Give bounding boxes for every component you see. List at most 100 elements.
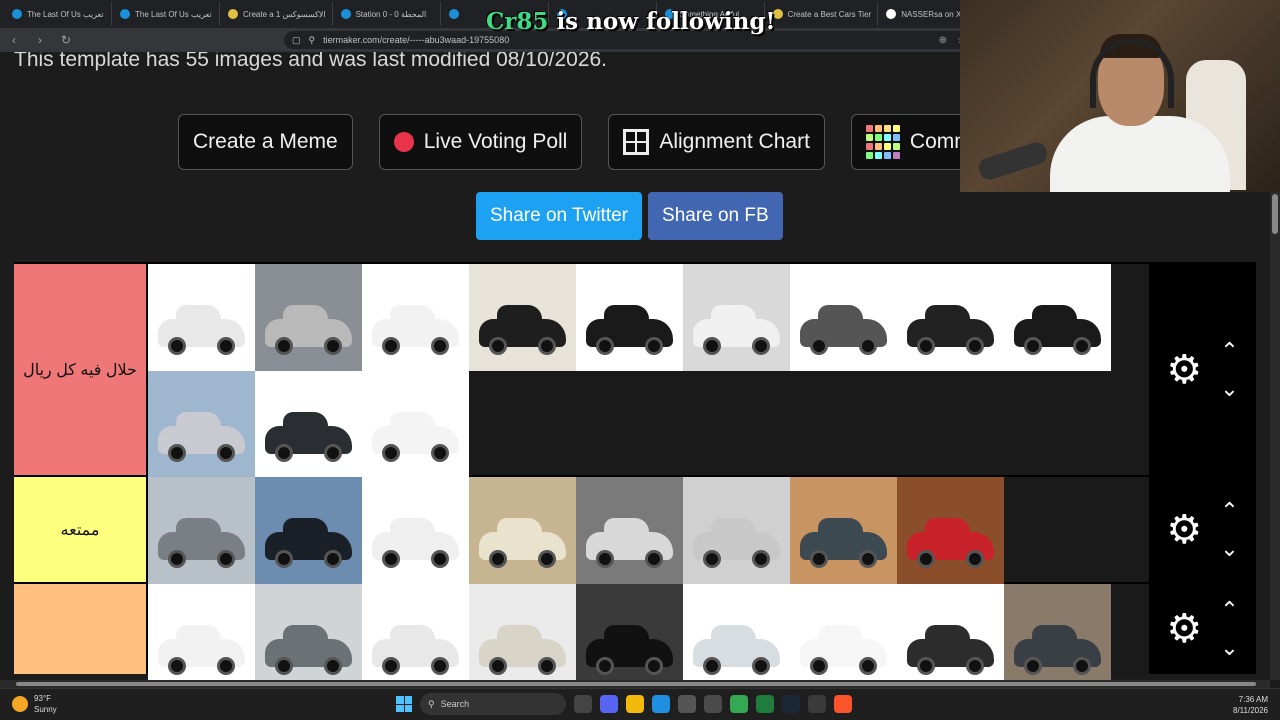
car-image[interactable]	[1004, 264, 1111, 371]
car-image[interactable]	[469, 584, 576, 680]
move-arrows: ⌃ ⌄	[1220, 599, 1238, 659]
live-voting-poll-button[interactable]: Live Voting Poll	[378, 114, 583, 170]
car-image[interactable]	[683, 584, 790, 680]
gear-icon[interactable]: ⚙	[1166, 510, 1202, 550]
car-image[interactable]	[683, 477, 790, 584]
taskbar-app-icon[interactable]	[652, 695, 670, 713]
car-wheel	[275, 657, 293, 675]
car-wheel	[859, 337, 877, 355]
car-wheel	[596, 657, 614, 675]
back-icon[interactable]: ‹	[6, 32, 22, 48]
taskbar-search-label: Search	[440, 699, 470, 709]
gear-icon[interactable]: ⚙	[1166, 609, 1202, 649]
car-wheel	[382, 550, 400, 568]
browser-tab[interactable]: Station 0 - 0 المحطة	[335, 2, 441, 26]
car-wheel	[382, 444, 400, 462]
chevron-down-icon[interactable]: ⌄	[1220, 637, 1238, 659]
taskbar-app-icon[interactable]	[600, 695, 618, 713]
site-info-icon[interactable]: ⚲	[309, 35, 316, 46]
windows-start-icon[interactable]	[396, 696, 412, 712]
chevron-up-icon[interactable]: ⌃	[1220, 339, 1238, 362]
browser-tab[interactable]: The Last Of Us تعريب	[6, 2, 112, 26]
tab-label: The Last Of Us تعريب	[27, 9, 104, 19]
forward-icon[interactable]: ›	[32, 32, 48, 48]
tier-items	[148, 264, 1149, 478]
taskbar-app-icon[interactable]	[834, 695, 852, 713]
taskbar-app-icon[interactable]	[678, 695, 696, 713]
car-image[interactable]	[1004, 584, 1111, 680]
car-image[interactable]	[255, 477, 362, 584]
weather-widget[interactable]: 93°F Sunny	[12, 693, 57, 715]
car-image[interactable]	[362, 477, 469, 584]
taskbar-app-icon[interactable]	[626, 695, 644, 713]
car-image[interactable]	[683, 264, 790, 371]
car-image[interactable]	[469, 264, 576, 371]
tab-favicon-icon	[228, 9, 238, 19]
car-wheel	[596, 337, 614, 355]
car-wheel	[752, 550, 770, 568]
reload-icon[interactable]: ↻	[58, 32, 74, 48]
car-image[interactable]	[255, 264, 362, 371]
tier-list: حلال فيه كل ريال ⚙ ⌃ ⌄ ممتعه ⚙ ⌃ ⌄ ⚙ ⌃ ⌄	[14, 262, 1256, 680]
taskbar-search[interactable]: ⚲ Search	[420, 693, 566, 715]
car-image[interactable]	[790, 477, 897, 584]
create-meme-button[interactable]: Create a Meme	[178, 114, 353, 170]
taskbar-app-icon[interactable]	[704, 695, 722, 713]
follower-name: Cr85	[486, 8, 549, 35]
car-image[interactable]	[469, 477, 576, 584]
car-image[interactable]	[790, 264, 897, 371]
car-image[interactable]	[362, 371, 469, 478]
car-wheel	[703, 337, 721, 355]
hscroll-thumb[interactable]	[16, 682, 1256, 686]
car-image[interactable]	[897, 584, 1004, 680]
taskbar-app-icon[interactable]	[730, 695, 748, 713]
taskbar-app-icon[interactable]	[756, 695, 774, 713]
car-image[interactable]	[576, 264, 683, 371]
gear-icon[interactable]: ⚙	[1166, 350, 1202, 390]
chevron-down-icon[interactable]: ⌄	[1220, 377, 1238, 400]
share-twitter-button[interactable]: Share on Twitter	[476, 192, 643, 240]
car-image[interactable]	[576, 477, 683, 584]
tier-row: حلال فيه كل ريال ⚙ ⌃ ⌄	[14, 262, 1256, 478]
tier-colors-icon	[865, 125, 900, 159]
car-image[interactable]	[897, 264, 1004, 371]
car-image[interactable]	[897, 477, 1004, 584]
tier-label[interactable]: ممتعه	[14, 477, 148, 582]
car-image[interactable]	[148, 264, 255, 371]
taskbar-app-icon[interactable]	[782, 695, 800, 713]
tab-label: Create a الاكسسوكس 1	[243, 9, 326, 19]
car-image[interactable]	[255, 584, 362, 680]
car-wheel	[1073, 657, 1091, 675]
car-image[interactable]	[148, 584, 255, 680]
weather-temp: 93°F	[34, 694, 51, 703]
bookmark-icon[interactable]: ▢	[292, 35, 301, 46]
alignment-chart-button[interactable]: Alignment Chart	[608, 114, 825, 170]
tab-favicon-icon	[448, 9, 459, 19]
browser-tab[interactable]: The Last Of Us تعريب	[114, 2, 220, 26]
car-image[interactable]	[576, 584, 683, 680]
car-wheel	[1024, 657, 1042, 675]
browser-tab[interactable]: Create a الاكسسوكس 1	[222, 2, 333, 26]
tier-label[interactable]	[14, 584, 148, 674]
car-wheel	[810, 550, 828, 568]
scroll-thumb[interactable]	[1272, 194, 1278, 234]
chevron-up-icon[interactable]: ⌃	[1220, 499, 1238, 522]
car-image[interactable]	[255, 371, 362, 478]
share-fb-button[interactable]: Share on FB	[648, 192, 783, 240]
horizontal-scrollbar[interactable]	[0, 680, 1270, 688]
car-image[interactable]	[362, 264, 469, 371]
browser-tab[interactable]: Create a Best Cars Tier	[767, 2, 879, 26]
car-wheel	[645, 337, 663, 355]
zoom-icon[interactable]: ⊕	[939, 35, 947, 46]
car-image[interactable]	[790, 584, 897, 680]
tier-label[interactable]: حلال فيه كل ريال	[14, 264, 148, 475]
taskbar-app-icon[interactable]	[574, 695, 592, 713]
car-image[interactable]	[148, 477, 255, 584]
car-image[interactable]	[148, 371, 255, 478]
system-clock[interactable]: 7:36 AM 8/11/2026	[1233, 694, 1268, 716]
chevron-down-icon[interactable]: ⌄	[1220, 537, 1238, 560]
chevron-up-icon[interactable]: ⌃	[1220, 599, 1238, 621]
tab-favicon-icon	[886, 9, 897, 19]
car-image[interactable]	[362, 584, 469, 680]
taskbar-app-icon[interactable]	[808, 695, 826, 713]
